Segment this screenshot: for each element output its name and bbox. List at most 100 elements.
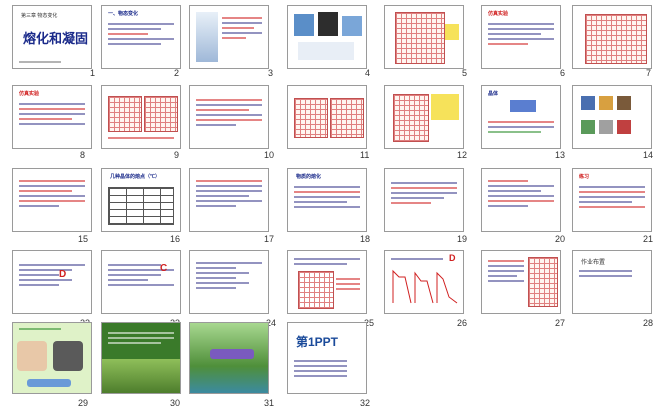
slide-thumbnail-3[interactable] [189,5,269,69]
slide-thumbnail-8[interactable]: 仿真实验 [12,85,92,149]
slide-14-icon-5 [599,120,613,134]
slide-thumbnail-23[interactable]: C [101,250,181,314]
slide-number-12: 12 [457,150,468,160]
slide-16-title: 几种晶体的熔点（℃） [110,174,161,180]
slide-number-4: 4 [365,68,371,78]
slide-31-title-banner [210,349,254,359]
slide-12-graph [393,94,429,142]
slide-number-11: 11 [360,150,370,160]
slide-thumbnail-5[interactable] [384,5,464,69]
slide-9-graph-left [108,96,142,132]
slide-thumbnail-29[interactable] [12,322,92,394]
slide-32-link-list [294,357,360,380]
slide-number-30: 30 [170,398,181,408]
slide-thumbnail-22[interactable]: D [12,250,92,314]
slide-1-title: 熔化和凝固 [23,32,89,47]
slide-19-text-block [391,179,457,207]
slide-8-text-block [19,100,85,128]
slide-4-image-2 [318,12,338,36]
slide-thumbnail-18[interactable]: 物质的熔化 [287,168,367,232]
slide-13-title: 晶体 [488,91,499,97]
slide-12-note [431,94,459,120]
slide-14-icon-4 [581,120,595,134]
slide-number-21: 21 [643,234,654,244]
slide-number-13: 13 [555,150,566,160]
slide-8-title: 仿真实验 [19,91,40,97]
slide-3-beaker-image [196,12,218,62]
slide-thumbnail-20[interactable] [481,168,561,232]
slide-thumbnail-9[interactable] [101,85,181,149]
slide-29-caption-box [27,379,71,387]
slide-number-27: 27 [555,318,566,328]
slide-thumbnail-30[interactable] [101,322,181,394]
slide-number-2: 2 [174,68,180,78]
slide-thumbnail-1[interactable]: 第三章 物态变化 熔化和凝固 [12,5,92,69]
slide-thumbnail-6[interactable]: 仿真实验 [481,5,561,69]
slide-26-answer: D [449,253,456,263]
slide-thumbnail-31[interactable] [189,322,269,394]
slide-number-31: 31 [264,398,275,408]
slide-9-graph-right [144,96,178,132]
slide-number-7: 7 [646,68,652,78]
slide-30-forest-image [102,359,180,393]
slide-21-title: 练习 [579,174,590,180]
slide-thumbnail-32[interactable]: 第1PPT [287,322,367,394]
slide-22-text-block [19,261,85,289]
slide-26-text-block [391,255,443,263]
slide-thumbnail-24[interactable] [189,250,269,314]
slide-thumbnail-2[interactable]: 一、物态变化 [101,5,181,69]
slide-10-text-block [196,96,262,129]
slide-thumbnail-12[interactable] [384,85,464,149]
slide-number-28: 28 [643,318,654,328]
slide-thumbnail-14[interactable] [572,85,652,149]
slide-thumbnail-4[interactable] [287,5,367,69]
slide-27-text-block [488,257,524,285]
slide-thumbnail-15[interactable] [12,168,92,232]
slide-4-image-3 [342,16,362,36]
slide-6-title: 仿真实验 [488,11,509,17]
slide-thumbnail-25[interactable] [287,250,367,314]
slide-number-3: 3 [268,68,274,78]
slide-2-text-block [108,20,174,48]
slide-2-title: 一、物态变化 [108,11,139,17]
slide-thumbnail-21[interactable]: 练习 [572,168,652,232]
slide-number-5: 5 [462,68,468,78]
slide-thumbnail-16[interactable]: 几种晶体的熔点（℃） [101,168,181,232]
slide-16-table [108,187,174,225]
slide-number-16: 16 [170,234,181,244]
slide-24-text-block [196,259,262,292]
slide-number-14: 14 [643,150,654,160]
slide-thumbnail-17[interactable] [189,168,269,232]
slide-thumbnail-11[interactable] [287,85,367,149]
slide-number-17: 17 [264,234,275,244]
slide-13-box [510,100,536,112]
slide-29-photo-1 [17,341,47,371]
slide-thumbnail-13[interactable]: 晶体 [481,85,561,149]
slide-11-graph-right [330,98,364,138]
slide-number-20: 20 [555,234,566,244]
slide-28-text-block [579,267,645,280]
slide-number-19: 19 [457,234,468,244]
slide-number-15: 15 [78,234,89,244]
slide-32-brand: 第1PPT [296,335,339,349]
slide-thumbnail-27[interactable] [481,250,561,314]
slide-thumbnail-28[interactable]: 作业布置 [572,250,652,314]
slide-sorter-view: 第三章 物态变化 熔化和凝固 1 一、物态变化 2 3 4 5 仿真实验 6 7… [0,0,660,410]
slide-thumbnail-19[interactable] [384,168,464,232]
slide-thumbnail-10[interactable] [189,85,269,149]
slide-26-graphs [392,269,458,304]
slide-5-note [445,24,459,40]
slide-22-answer: D [59,269,67,280]
slide-thumbnail-26[interactable]: D [384,250,464,314]
slide-thumbnail-7[interactable] [572,5,652,69]
slide-1-subtitle: 第三章 物态变化 [21,13,58,19]
slide-5-graph [395,12,445,64]
slide-14-icon-1 [581,96,595,110]
slide-29-photo-2 [53,341,83,371]
slide-number-32: 32 [360,398,371,408]
slide-3-text-block [222,14,262,42]
slide-1-footer [19,61,61,63]
slide-18-text-block [294,183,360,211]
slide-27-graph [528,257,558,307]
slide-25-options [336,275,360,293]
